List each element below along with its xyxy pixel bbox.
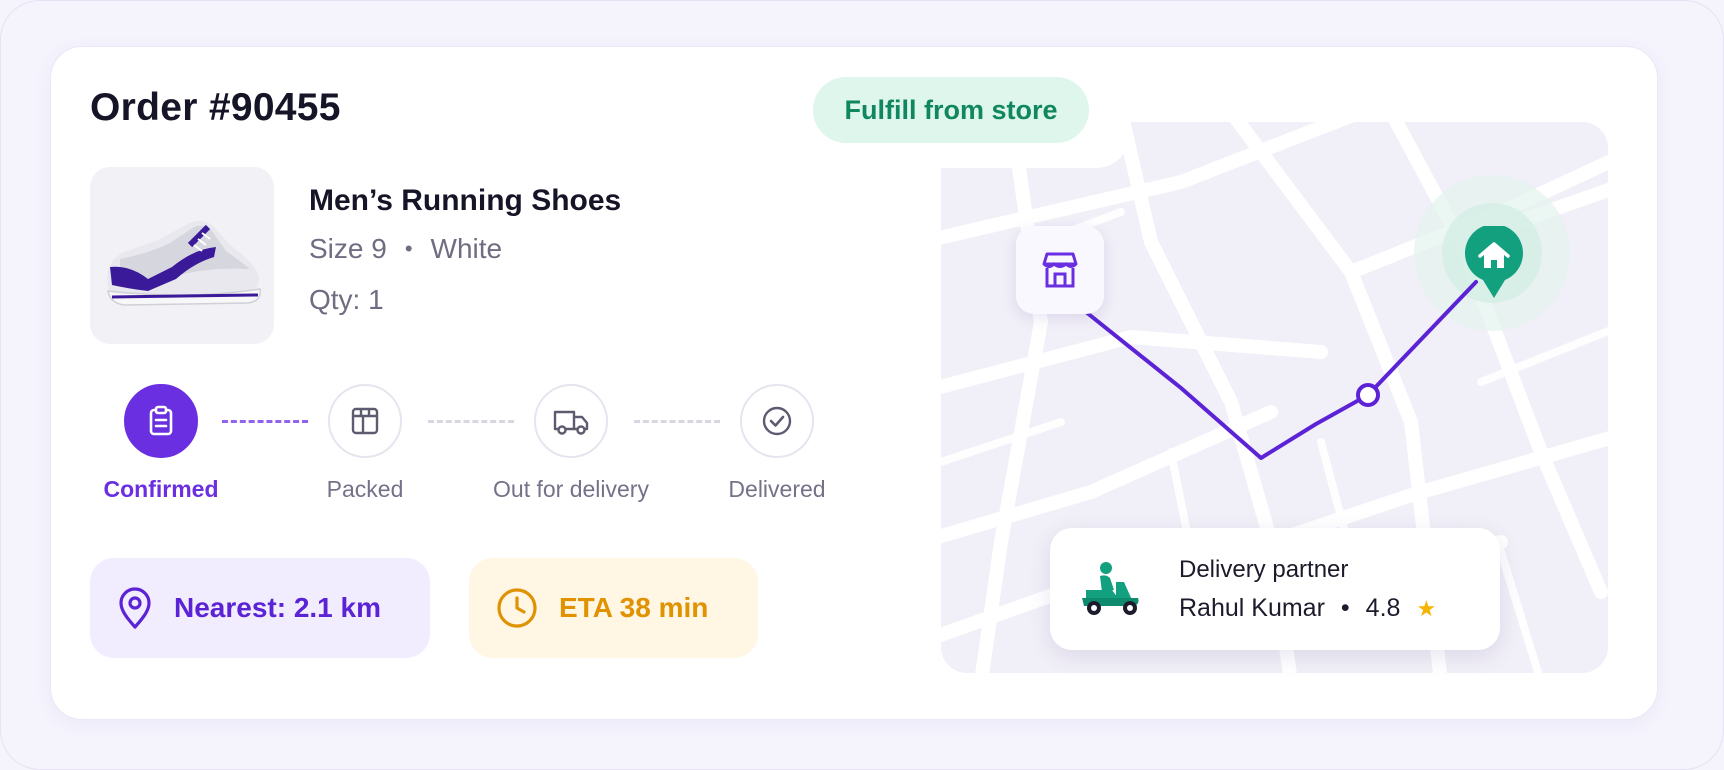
delivery-partner-card[interactable]: Delivery partner Rahul Kumar • 4.8 ★ (1050, 528, 1500, 650)
location-pin-icon (119, 587, 151, 629)
home-pin[interactable] (1463, 226, 1525, 300)
step-label-out-for-delivery: Out for delivery (493, 476, 649, 502)
product-image (90, 167, 274, 344)
partner-rating: 4.8 (1365, 594, 1401, 622)
product-name: Men’s Running Shoes (309, 184, 622, 217)
partner-separator: • (1340, 594, 1350, 622)
step-label-delivered: Delivered (728, 476, 826, 502)
box-icon (351, 407, 379, 435)
timeline-connector-1 (222, 420, 308, 423)
nearest-store-pill: Nearest: 2.1 km (90, 558, 430, 658)
scooter-icon (1082, 562, 1139, 615)
step-packed[interactable] (328, 384, 402, 458)
truck-icon (553, 410, 589, 435)
timeline-connector-3 (634, 420, 720, 423)
nearest-distance: Nearest: 2.1 km (174, 592, 382, 623)
star-icon: ★ (1416, 595, 1437, 621)
product-size: Size 9 (309, 233, 387, 264)
partner-label: Delivery partner (1179, 556, 1349, 583)
partner-info: Rahul Kumar • 4.8 ★ (1179, 594, 1436, 623)
step-delivered[interactable] (740, 384, 814, 458)
shoe-image (107, 221, 261, 306)
clipboard-icon (149, 405, 173, 436)
product-variant: Size 9 • White (309, 233, 502, 265)
product-quantity: Qty: 1 (309, 284, 384, 315)
partner-name: Rahul Kumar (1179, 594, 1325, 622)
timeline-connector-2 (428, 420, 514, 423)
order-title: Order #90455 (90, 86, 341, 129)
eta-value: ETA 38 min (559, 592, 709, 623)
check-circle-icon (762, 406, 792, 436)
eta-pill: ETA 38 min (469, 558, 758, 658)
store-icon (1042, 252, 1078, 288)
clock-icon (497, 588, 537, 628)
step-out-for-delivery[interactable] (534, 384, 608, 458)
store-pin[interactable] (1016, 226, 1104, 314)
step-label-confirmed: Confirmed (103, 476, 219, 502)
product-color: White (430, 233, 503, 264)
variant-separator: • (404, 236, 413, 261)
step-label-packed: Packed (326, 476, 404, 502)
fulfillment-badge: Fulfill from store (813, 77, 1089, 143)
step-confirmed[interactable] (124, 384, 198, 458)
